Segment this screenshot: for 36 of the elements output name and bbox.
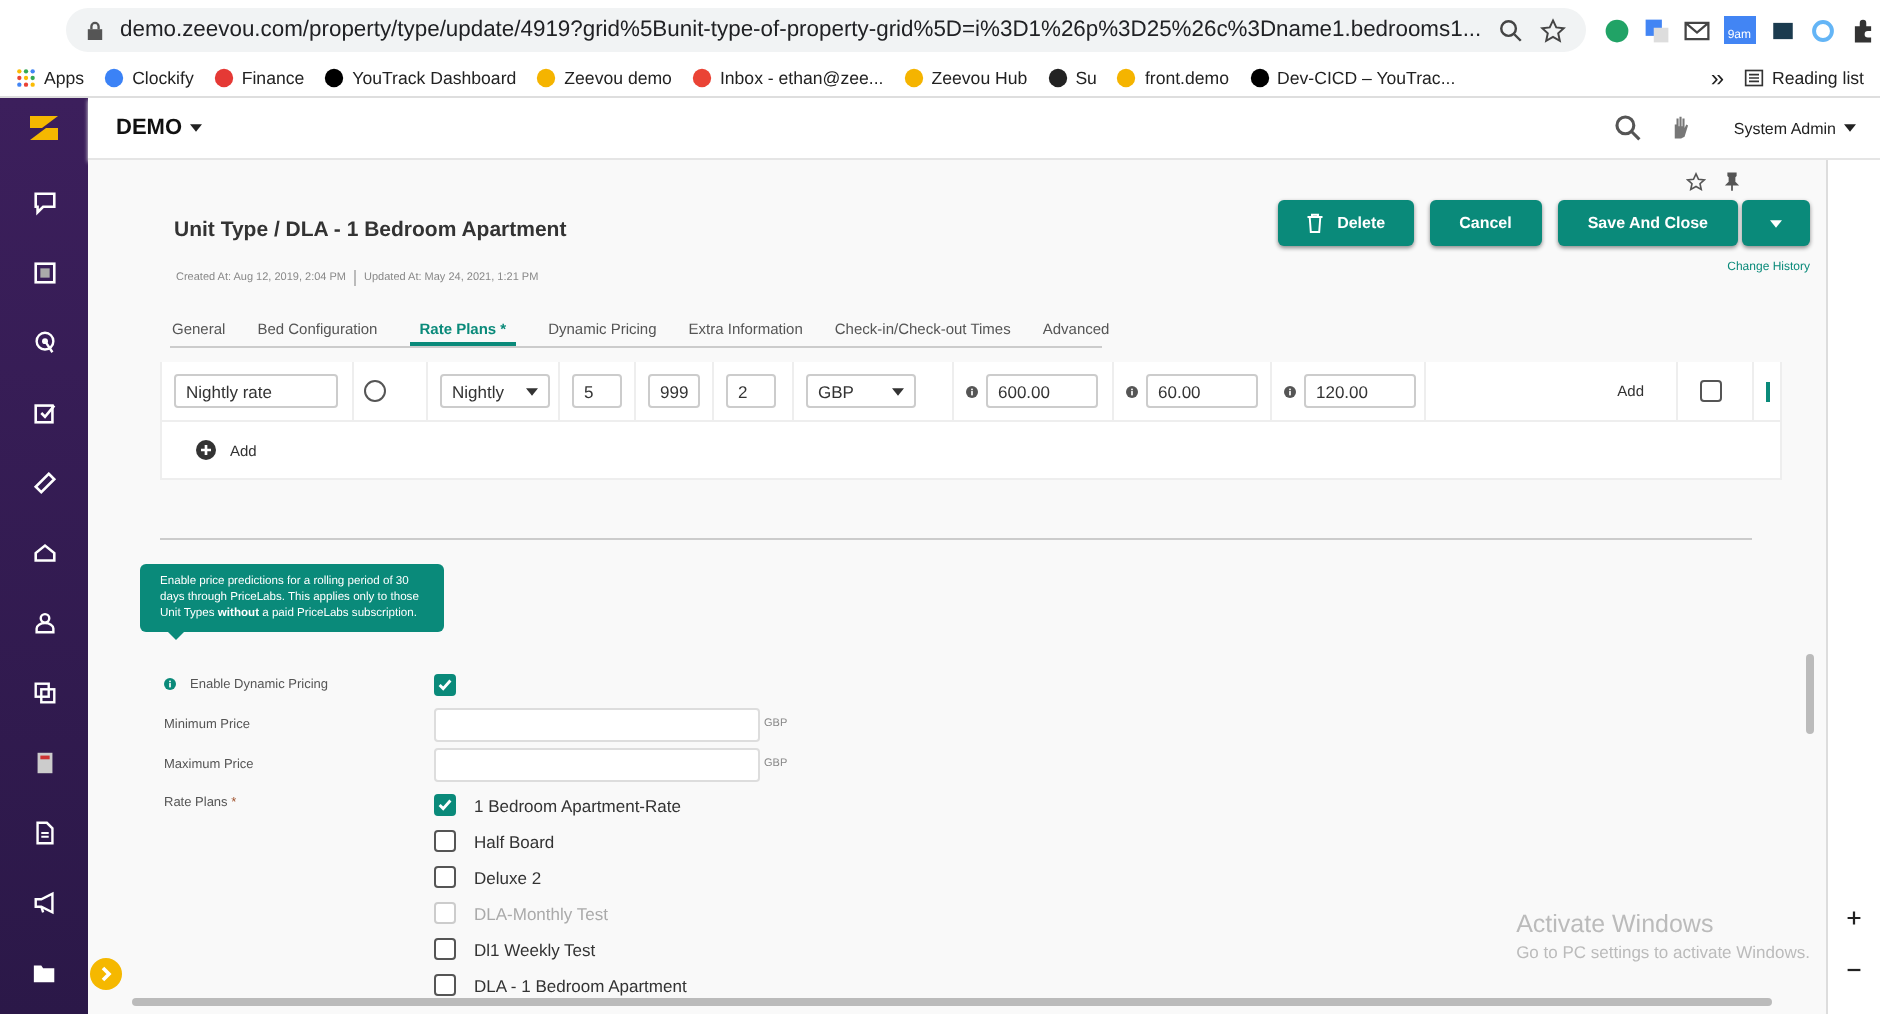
bookmark[interactable]: Apps bbox=[16, 68, 85, 88]
checkbox-label: Dl1 Weekly Test bbox=[474, 939, 596, 959]
bookmark[interactable]: Zeevou demo bbox=[536, 68, 672, 88]
text-field[interactable]: 5 bbox=[572, 374, 622, 408]
text-field[interactable]: 999 bbox=[648, 374, 701, 408]
text-field[interactable]: 2 bbox=[726, 374, 776, 408]
select-field[interactable]: GBP bbox=[806, 374, 916, 408]
delete-button[interactable]: Delete bbox=[1277, 200, 1414, 246]
checkbox-label: DLA - 1 Bedroom Apartment bbox=[474, 975, 687, 995]
user-menu[interactable]: System Admin bbox=[1733, 119, 1856, 137]
price-field[interactable]: 60.00 bbox=[1146, 374, 1258, 408]
bookmark[interactable]: Zeevou Hub bbox=[903, 68, 1028, 88]
brand-menu[interactable]: DEMO bbox=[116, 116, 202, 140]
bookmark[interactable]: YouTrack Dashboard bbox=[324, 68, 517, 88]
reading-list[interactable]: Reading list bbox=[1744, 68, 1864, 88]
activation-title: Activate Windows bbox=[1516, 910, 1716, 938]
price-field[interactable]: 120.00 bbox=[1304, 374, 1416, 408]
checkbox-label: DLA-Monthly Test bbox=[474, 903, 608, 923]
bookmark[interactable]: Clockify bbox=[104, 68, 194, 88]
checkbox-label: Deluxe 2 bbox=[474, 867, 542, 887]
save-button[interactable]: Save And Close bbox=[1557, 200, 1738, 246]
more-bookmarks[interactable]: » bbox=[1710, 64, 1725, 92]
checkbox-label: Half Board bbox=[474, 831, 555, 851]
address-bar[interactable]: demo.zeevou.com/property/type/update/4919?grid%5Bunit-type-of-property-grid%5D=i%3D1%26p%3D25%26c%3Dname1.bedrooms1... bbox=[66, 8, 1586, 52]
cancel-button[interactable]: Cancel bbox=[1429, 200, 1542, 246]
activation-text: Go to PC settings to activate Windows. bbox=[1516, 942, 1810, 962]
text-field[interactable]: Nightly rate bbox=[174, 374, 338, 408]
bookmark[interactable]: front.demo bbox=[1116, 68, 1230, 88]
select-field[interactable]: Nightly bbox=[440, 374, 550, 408]
checkbox-label: 1 Bedroom Apartment-Rate bbox=[474, 795, 681, 815]
bookmark[interactable]: Finance bbox=[213, 68, 305, 88]
price-field[interactable]: 600.00 bbox=[986, 374, 1098, 408]
bookmark[interactable]: Dev-CICD – YouTrac... bbox=[1249, 68, 1456, 88]
bookmark[interactable]: Inbox - ethan@zee... bbox=[691, 68, 884, 88]
bookmark[interactable]: Su bbox=[1047, 68, 1097, 88]
page-title: Unit Type / DLA - 1 Bedroom Apartment bbox=[174, 218, 567, 242]
